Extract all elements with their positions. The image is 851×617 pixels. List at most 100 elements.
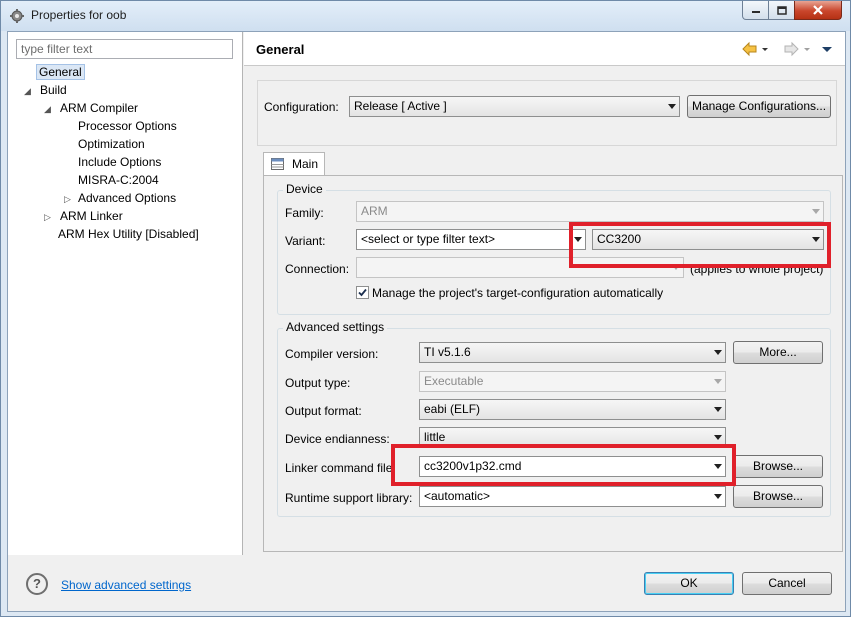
collapsed-arrow-icon[interactable]: ▷ [64,194,74,204]
linker-command-file-label: Linker command file: [285,461,396,475]
navigation-pane: type filter text General ◢ Build ◢ ARM C… [8,32,243,555]
cancel-button[interactable]: Cancel [742,572,832,595]
configuration-select[interactable]: Release [ Active ] [349,96,680,117]
tree-item-label: ARM Linker [60,209,123,223]
back-arrow-icon[interactable] [741,40,759,58]
manage-configurations-button[interactable]: Manage Configurations... [687,95,831,118]
linker-command-file-value: cc3200v1p32.cmd [424,459,522,473]
output-type-value: Executable [424,374,484,388]
endianness-value: little [424,430,446,444]
compiler-version-label: Compiler version: [285,347,379,361]
tab-label: Main [292,157,319,171]
variant-value: CC3200 [597,232,642,246]
output-type-label: Output type: [285,376,351,390]
gear-icon [10,9,24,23]
properties-dialog: Properties for oob type filter text Gene… [0,0,851,617]
tree-item-general[interactable]: General [36,64,85,81]
configuration-label: Configuration: [264,100,339,114]
advanced-settings-title: Advanced settings [283,320,388,334]
forward-arrow-icon [784,41,799,57]
endianness-select[interactable]: little [419,427,726,448]
chevron-down-icon [714,379,722,384]
chevron-down-icon [714,350,722,355]
title-bar: Properties for oob [1,1,850,31]
tree-item-label: ARM Hex Utility [Disabled] [58,227,199,241]
chevron-down-icon [812,209,820,214]
output-format-label: Output format: [285,404,362,418]
output-format-value: eabi (ELF) [424,402,481,416]
back-dropdown-icon[interactable] [760,40,770,58]
family-label: Family: [285,206,324,220]
tree-item-label: Advanced Options [78,191,177,205]
view-menu-icon[interactable] [821,40,833,58]
main-tab-panel: Device Family: ARM Variant: <select or t… [263,175,843,552]
compiler-version-select[interactable]: TI v5.1.6 [419,342,726,363]
dialog-client: type filter text General ◢ Build ◢ ARM C… [7,31,846,612]
variant-filter-text: <select or type filter text> [361,232,496,246]
tree-item-label: Optimization [78,137,145,151]
tree-item-label: General [36,64,85,80]
chevron-down-icon [714,435,722,440]
variant-label: Variant: [285,234,326,248]
runtime-library-input[interactable]: <automatic> [419,486,726,507]
minimize-icon [751,11,760,13]
manage-target-label[interactable]: Manage the project's target-configuratio… [372,286,663,300]
output-type-select: Executable [419,371,726,392]
family-select: ARM [356,201,824,222]
chevron-down-icon [714,494,722,499]
linker-command-file-input[interactable]: cc3200v1p32.cmd [419,456,726,477]
page-title: General [256,42,305,57]
tree-item-label: MISRA-C:2004 [78,173,159,187]
window-title: Properties for oob [31,8,127,22]
connection-select [356,257,684,278]
checkmark-icon [358,288,367,297]
browse-runtime-button[interactable]: Browse... [733,485,823,508]
forward-dropdown-icon [804,48,810,51]
expanded-arrow-icon[interactable]: ◢ [24,86,34,96]
tree-item-advanced-options[interactable]: ▷ Advanced Options [64,190,178,207]
manage-target-checkbox[interactable] [356,286,369,299]
filter-input[interactable]: type filter text [16,39,233,59]
page-header: General [244,32,845,66]
tab-main[interactable]: Main [263,152,325,176]
endianness-label: Device endianness: [285,432,390,446]
tree-item-label: Include Options [78,155,162,169]
close-window-button[interactable] [794,1,842,20]
expanded-arrow-icon[interactable]: ◢ [44,104,54,114]
table-icon [271,158,284,170]
configuration-value: Release [ Active ] [354,99,447,113]
show-advanced-settings-link[interactable]: Show advanced settings [61,578,191,592]
minimize-button[interactable] [742,1,769,20]
connection-note: (applies to whole project) [690,262,824,276]
tree-item-build[interactable]: ◢ Build [24,82,69,99]
maximize-icon [776,5,787,15]
variant-select[interactable]: CC3200 [592,229,824,250]
configuration-group: Configuration: Release [ Active ] Manage… [257,80,837,146]
runtime-library-value: <automatic> [424,489,491,503]
tree-item-include-options[interactable]: Include Options [76,154,163,171]
tree-item-arm-compiler[interactable]: ◢ ARM Compiler [44,100,140,117]
tree-item-label: ARM Compiler [60,101,139,115]
tree-item-label: Build [40,83,67,97]
ok-button[interactable]: OK [644,572,734,595]
more-button[interactable]: More... [733,341,823,364]
family-value: ARM [361,204,388,218]
output-format-select[interactable]: eabi (ELF) [419,399,726,420]
browse-linker-button[interactable]: Browse... [733,455,823,478]
tree-item-misra[interactable]: MISRA-C:2004 [76,172,161,189]
tree-item-processor-options[interactable]: Processor Options [76,118,179,135]
runtime-library-label: Runtime support library: [285,491,413,505]
tree-item-arm-linker[interactable]: ▷ ARM Linker [44,208,125,225]
tree-item-arm-hex-utility[interactable]: ARM Hex Utility [Disabled] [56,226,201,243]
chevron-down-icon [812,237,820,242]
maximize-button[interactable] [768,1,795,20]
help-icon[interactable]: ? [26,573,48,595]
variant-filter-input[interactable]: <select or type filter text> [356,229,586,250]
chevron-down-icon [668,104,676,109]
chevron-down-icon [672,265,680,270]
tree-item-optimization[interactable]: Optimization [76,136,147,153]
tree-item-label: Processor Options [78,119,177,133]
compiler-version-value: TI v5.1.6 [424,345,471,359]
collapsed-arrow-icon[interactable]: ▷ [44,212,54,222]
settings-pane: General Configuration: Release [Active … [244,32,845,555]
